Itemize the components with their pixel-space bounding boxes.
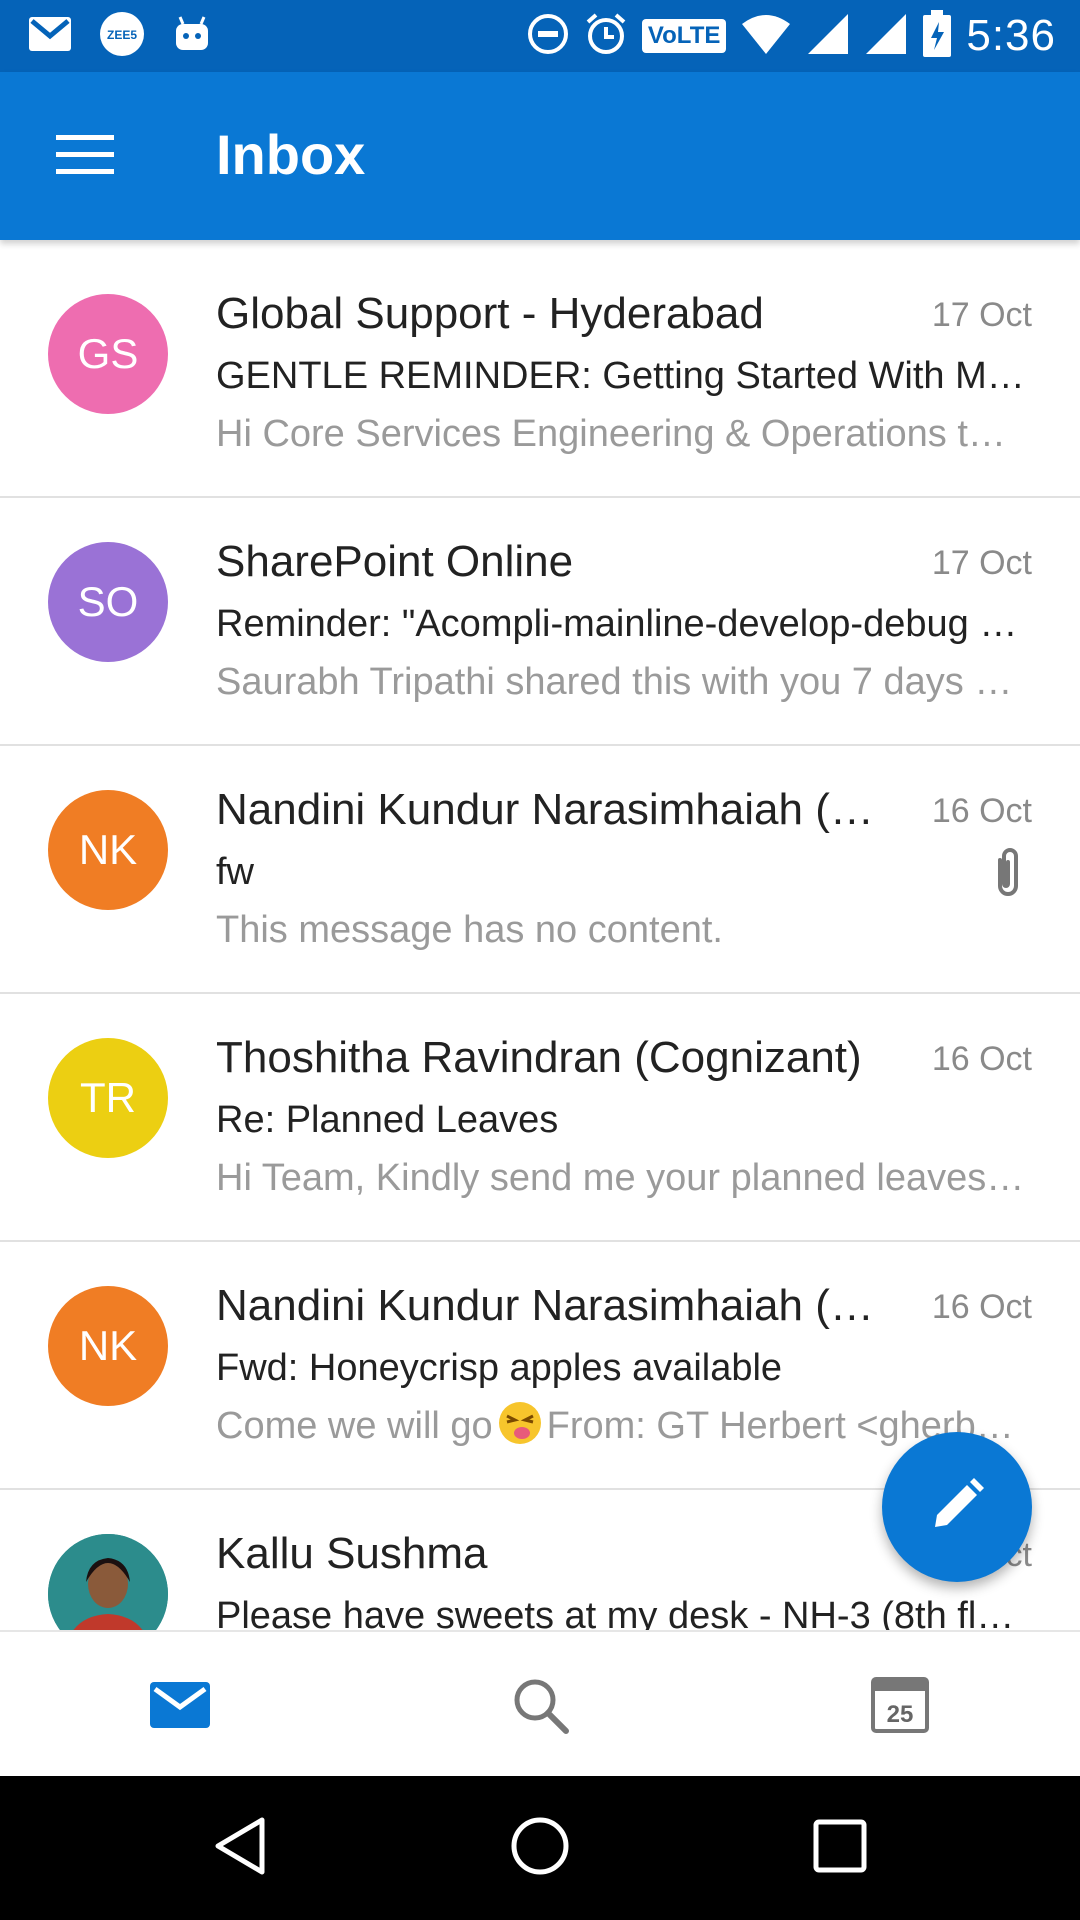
compose-button[interactable] [882, 1432, 1032, 1582]
message-row[interactable]: NK Nandini Kundur Narasimhaiah (Cognizan… [0, 746, 1080, 994]
page-title: Inbox [216, 123, 366, 186]
notification-icons: ZEE5 [28, 10, 212, 62]
recents-button[interactable] [800, 1812, 880, 1884]
message-row[interactable]: SO SharePoint Online 17 Oct Reminder: "A… [0, 498, 1080, 746]
sender-name: Nandini Kundur Narasimhaiah (Cognizant) [216, 1281, 896, 1330]
message-preview: Come we will go From: GT Herbert <gherber… [216, 1400, 1026, 1452]
tab-calendar[interactable]: 25 [855, 1662, 945, 1752]
back-icon [212, 1816, 268, 1881]
message-date: 17 Oct [931, 544, 1032, 582]
message-subject: Re: Planned Leaves [216, 1099, 559, 1141]
battery-charging-icon [922, 9, 952, 63]
message-subject: fw [216, 851, 254, 893]
do-not-disturb-icon [526, 12, 570, 61]
zee5-icon: ZEE5 [98, 10, 146, 63]
message-subject: Please have sweets at my desk - NH-3 (8t… [216, 1595, 1026, 1630]
avatar: TR [48, 1038, 168, 1158]
avatar: GS [48, 294, 168, 414]
alarm-icon [584, 12, 628, 61]
avatar: SO [48, 542, 168, 662]
message-date: 16 Oct [931, 1040, 1032, 1078]
status-bar: ZEE5 VoLTE 5:36 [0, 0, 1080, 72]
svg-text:ZEE5: ZEE5 [107, 28, 137, 42]
gmail-icon [28, 16, 72, 57]
bottom-tab-bar: 25 [0, 1630, 1080, 1778]
message-preview: Hi Core Services Engineering & Operation… [216, 413, 1026, 455]
calendar-day: 25 [887, 1701, 914, 1728]
message-preview: This message has no content. [216, 909, 723, 951]
message-subject: GENTLE REMINDER: Getting Started With Mi… [216, 355, 1026, 397]
calendar-icon: 25 [871, 1676, 929, 1738]
preview-text: Come we will go [216, 1405, 493, 1447]
system-icons: VoLTE 5:36 [526, 8, 1056, 64]
message-row[interactable]: GS Global Support - Hyderabad 17 Oct GEN… [0, 250, 1080, 498]
hamburger-menu-icon [56, 133, 114, 180]
sender-name: Nandini Kundur Narasimhaiah (Cognizant) [216, 785, 896, 834]
message-subject: Reminder: "Acompli-mainline-develop-debu… [216, 603, 1026, 645]
sender-name: SharePoint Online [216, 537, 574, 586]
message-list[interactable]: GS Global Support - Hyderabad 17 Oct GEN… [0, 250, 1080, 1630]
avatar [48, 1534, 168, 1630]
recents-icon [812, 1818, 868, 1879]
avatar: NK [48, 790, 168, 910]
home-button[interactable] [500, 1812, 580, 1884]
signal-icon [806, 12, 850, 61]
message-row[interactable]: TR Thoshitha Ravindran (Cognizant) 16 Oc… [0, 994, 1080, 1242]
tab-search[interactable] [495, 1662, 585, 1752]
message-preview: Hi Team, Kindly send me your planned lea… [216, 1157, 1026, 1199]
sender-name: Kallu Sushma [216, 1529, 488, 1578]
message-preview: Saurabh Tripathi shared this with you 7 … [216, 661, 1026, 703]
system-navigation-bar [0, 1776, 1080, 1920]
message-date: 16 Oct [931, 1288, 1032, 1326]
emoji-tongue-icon [497, 1400, 543, 1446]
paperclip-icon [988, 846, 1028, 900]
pencil-icon [929, 1477, 985, 1538]
message-date: 17 Oct [931, 296, 1032, 334]
menu-button[interactable] [40, 122, 130, 190]
avatar: NK [48, 1286, 168, 1406]
sender-name: Global Support - Hyderabad [216, 289, 764, 338]
wifi-icon [740, 12, 792, 61]
android-icon [172, 14, 212, 59]
tab-mail[interactable] [135, 1662, 225, 1752]
volte-badge: VoLTE [641, 19, 727, 53]
clock: 5:36 [966, 11, 1056, 60]
message-subject: Fwd: Honeycrisp apples available [216, 1347, 783, 1389]
home-icon [510, 1816, 570, 1881]
app-bar: Inbox [0, 72, 1080, 240]
back-button[interactable] [200, 1812, 280, 1884]
message-date: 16 Oct [931, 792, 1032, 830]
mail-icon [149, 1681, 211, 1734]
sender-name: Thoshitha Ravindran (Cognizant) [216, 1033, 862, 1082]
signal-icon [864, 12, 908, 61]
search-icon [510, 1675, 570, 1740]
